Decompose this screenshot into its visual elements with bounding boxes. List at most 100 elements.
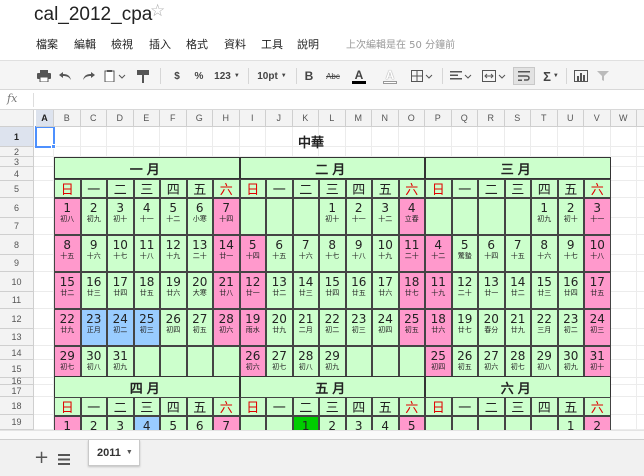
wrap-text-icon[interactable] (513, 67, 535, 85)
fill-handle[interactable] (51, 144, 56, 149)
weekday-header[interactable]: 日 (239, 397, 266, 416)
day-cell[interactable]: 20 春分 (478, 309, 505, 346)
column-header-u[interactable]: U (557, 110, 584, 127)
month-title[interactable]: 五月 (239, 376, 425, 398)
day-cell[interactable]: 3 初十 (107, 198, 134, 235)
day-cell[interactable]: 1 初十 (319, 198, 346, 235)
weekday-header[interactable]: 四 (345, 179, 372, 198)
day-cell[interactable]: 3 十一 (584, 198, 611, 235)
day-cell[interactable]: 11 十八 (133, 235, 160, 272)
day-cell[interactable]: 23 正月 (80, 309, 107, 346)
day-cell[interactable]: 3 (107, 416, 134, 430)
weekday-header[interactable]: 二 (107, 397, 134, 416)
paint-format-icon[interactable] (134, 67, 152, 85)
day-cell[interactable]: 13 二十 (186, 235, 213, 272)
day-cell[interactable]: 14 廿二 (504, 272, 531, 309)
row-header-17[interactable]: 17 (0, 385, 34, 397)
day-cell[interactable]: 5 (160, 416, 187, 430)
day-cell[interactable]: 2 初九 (80, 198, 107, 235)
day-cell[interactable]: 24 初四 (372, 309, 399, 346)
day-cell[interactable]: 1 初九 (531, 198, 558, 235)
empty-day-cell[interactable] (531, 416, 558, 430)
day-cell[interactable]: 21 廿九 (504, 309, 531, 346)
weekday-header[interactable]: 六 (584, 397, 611, 416)
currency-format-button[interactable]: $ (170, 67, 184, 85)
weekday-header[interactable]: 五 (186, 179, 213, 198)
column-header-t[interactable]: T (531, 110, 558, 127)
empty-day-cell[interactable] (266, 198, 293, 235)
weekday-header[interactable]: 五 (557, 397, 584, 416)
weekday-header[interactable]: 一 (80, 179, 107, 198)
row-header-9[interactable]: 9 (0, 255, 34, 272)
weekday-header[interactable]: 六 (213, 397, 240, 416)
day-cell[interactable]: 9 十七 (557, 235, 584, 272)
column-header-i[interactable]: I (239, 110, 266, 127)
menu-insert[interactable]: 插入 (149, 36, 171, 52)
weekday-header[interactable]: 五 (372, 179, 399, 198)
weekday-header[interactable]: 三 (133, 397, 160, 416)
empty-day-cell[interactable] (451, 198, 478, 235)
weekday-header[interactable]: 日 (54, 397, 81, 416)
month-title[interactable]: 三月 (425, 157, 611, 179)
weekday-header[interactable]: 一 (451, 397, 478, 416)
font-size-select[interactable]: 10pt ▼ (254, 67, 290, 85)
day-cell[interactable]: 23 初三 (345, 309, 372, 346)
weekday-header[interactable]: 日 (54, 179, 81, 198)
day-cell[interactable]: 25 初三 (133, 309, 160, 346)
day-cell[interactable]: 1 (557, 416, 584, 430)
chevron-down-icon[interactable]: ▼ (126, 449, 133, 456)
day-cell[interactable]: 7 (213, 416, 240, 430)
menu-data[interactable]: 資料 (224, 36, 246, 52)
percent-format-button[interactable]: % (192, 67, 206, 85)
day-cell[interactable]: 4 (372, 416, 399, 430)
empty-day-cell[interactable] (478, 416, 505, 430)
day-cell[interactable]: 4 十一 (133, 198, 160, 235)
row-header-1[interactable]: 1 (0, 127, 34, 147)
day-cell[interactable]: 5 十四 (239, 235, 266, 272)
day-cell[interactable]: 4 立春 (398, 198, 425, 235)
empty-day-cell[interactable] (478, 198, 505, 235)
day-cell[interactable]: 13 廿一 (478, 272, 505, 309)
day-cell[interactable]: 1 初八 (54, 198, 81, 235)
day-cell[interactable]: 18 廿六 (425, 309, 452, 346)
day-cell[interactable]: 11 十九 (425, 272, 452, 309)
column-header-s[interactable]: S (504, 110, 531, 127)
weekday-header[interactable]: 四 (160, 397, 187, 416)
day-cell[interactable]: 15 廿四 (319, 272, 346, 309)
day-cell[interactable]: 17 廿五 (584, 272, 611, 309)
row-header-6[interactable]: 6 (0, 198, 34, 218)
month-title[interactable]: 一月 (54, 157, 240, 179)
weekday-header[interactable]: 二 (478, 397, 505, 416)
weekday-header[interactable]: 一 (80, 397, 107, 416)
paste-format-icon[interactable] (102, 67, 128, 85)
day-cell[interactable]: 6 十五 (266, 235, 293, 272)
column-header-h[interactable]: H (213, 110, 240, 127)
month-title[interactable]: 四月 (54, 376, 240, 398)
day-cell[interactable]: 10 十九 (372, 235, 399, 272)
day-cell[interactable]: 23 初二 (557, 309, 584, 346)
weekday-header[interactable]: 五 (557, 179, 584, 198)
day-cell[interactable]: 8 十六 (531, 235, 558, 272)
day-cell[interactable]: 3 (345, 416, 372, 430)
empty-day-cell[interactable] (451, 416, 478, 430)
day-cell[interactable]: 4 (133, 416, 160, 430)
undo-icon[interactable] (58, 67, 74, 85)
weekday-header[interactable]: 一 (451, 179, 478, 198)
empty-day-cell[interactable] (239, 416, 266, 430)
row-header-16[interactable]: 16 (0, 376, 34, 386)
empty-day-cell[interactable] (504, 416, 531, 430)
day-cell[interactable]: 18 廿五 (133, 272, 160, 309)
weekday-header[interactable]: 二 (292, 179, 319, 198)
column-header-a[interactable]: A (36, 110, 54, 127)
day-cell[interactable]: 28 初六 (213, 309, 240, 346)
day-cell[interactable]: 12 二十 (451, 272, 478, 309)
weekday-header[interactable]: 五 (186, 397, 213, 416)
weekday-header[interactable]: 四 (160, 179, 187, 198)
more-formats-button[interactable]: 123 ▼ (212, 67, 242, 85)
day-cell[interactable]: 8 十五 (54, 235, 81, 272)
empty-day-cell[interactable] (266, 416, 293, 430)
filter-icon[interactable] (595, 67, 611, 85)
row-header-5[interactable]: 5 (0, 181, 34, 198)
column-header-w[interactable]: W (610, 110, 637, 127)
weekday-header[interactable]: 日 (239, 179, 266, 198)
